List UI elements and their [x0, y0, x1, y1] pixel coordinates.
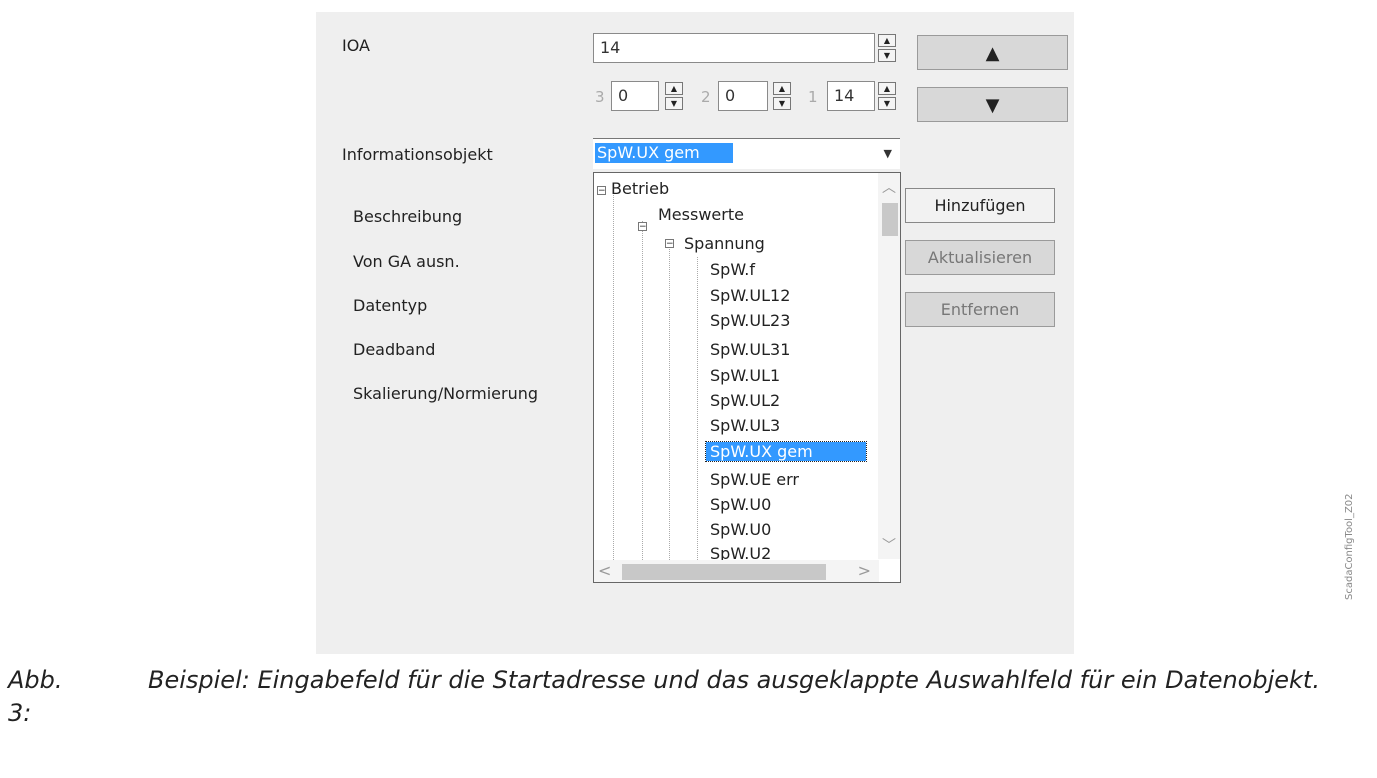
- scroll-up-icon[interactable]: ︿: [882, 177, 896, 197]
- scroll-left-icon[interactable]: <: [598, 561, 611, 580]
- tree-connector: [697, 257, 698, 560]
- move-up-button[interactable]: ▲: [917, 35, 1068, 70]
- tree-item[interactable]: SpW.UL3: [710, 416, 780, 435]
- info-object-label: Informationsobjekt: [342, 145, 493, 164]
- tree-node-spannung[interactable]: Spannung: [684, 234, 765, 253]
- description-label: Beschreibung: [353, 207, 463, 226]
- octet-3-index: 3: [595, 88, 605, 106]
- spin-down-icon[interactable]: ▼: [773, 97, 791, 110]
- octet-1-input[interactable]: 14: [827, 81, 875, 111]
- info-object-combobox[interactable]: SpW.UX gem ▼: [593, 138, 900, 169]
- octet-2-index: 2: [701, 88, 711, 106]
- collapse-icon[interactable]: −: [638, 222, 647, 232]
- octet-1-index: 1: [808, 88, 818, 106]
- tree-node-messwerte[interactable]: Messwerte: [658, 205, 744, 224]
- tree-connector: [613, 195, 614, 560]
- object-tree[interactable]: − Betrieb − Messwerte − Spannung SpW.f S…: [593, 172, 901, 583]
- tree-item[interactable]: SpW.UE err: [710, 470, 799, 489]
- tree-item[interactable]: SpW.UL12: [710, 286, 790, 305]
- spin-up-icon[interactable]: ▲: [773, 82, 791, 95]
- add-button[interactable]: Hinzufügen: [905, 188, 1055, 223]
- tree-connector: [642, 221, 643, 560]
- tree-item[interactable]: SpW.UL23: [710, 311, 790, 330]
- image-reference-label: ScadaConfigTool_Z02: [1344, 493, 1355, 600]
- tree-node-betrieb[interactable]: Betrieb: [611, 179, 669, 198]
- tree-connector: [669, 249, 670, 560]
- octet-2-input[interactable]: 0: [718, 81, 768, 111]
- tree-item[interactable]: SpW.U0: [710, 520, 771, 539]
- octet-3-input[interactable]: 0: [611, 81, 659, 111]
- tree-item[interactable]: SpW.U0: [710, 495, 771, 514]
- spin-up-icon[interactable]: ▲: [665, 82, 683, 95]
- chevron-down-icon[interactable]: ▼: [884, 147, 892, 160]
- octet-1-spinner[interactable]: ▲ ▼: [878, 82, 896, 110]
- remove-button[interactable]: Entfernen: [905, 292, 1055, 327]
- scroll-down-icon[interactable]: ﹀: [882, 535, 896, 555]
- ioa-input[interactable]: 14: [593, 33, 875, 63]
- octet-3-spinner[interactable]: ▲ ▼: [665, 82, 683, 110]
- spin-up-icon[interactable]: ▲: [878, 34, 896, 47]
- scaling-label: Skalierung/Normierung: [353, 384, 539, 403]
- tree-item[interactable]: SpW.UL31: [710, 340, 790, 359]
- horizontal-scrollbar[interactable]: < >: [594, 560, 879, 582]
- figure-caption-text: Beispiel: Eingabefeld für die Startadres…: [148, 666, 1320, 694]
- tree-item[interactable]: SpW.UL1: [710, 366, 780, 385]
- from-ga-label: Von GA ausn.: [353, 252, 460, 271]
- deadband-label: Deadband: [353, 340, 436, 359]
- ioa-label: IOA: [342, 36, 370, 55]
- spin-down-icon[interactable]: ▼: [665, 97, 683, 110]
- scrollbar-thumb[interactable]: [882, 203, 898, 236]
- spin-up-icon[interactable]: ▲: [878, 82, 896, 95]
- tree-item[interactable]: SpW.f: [710, 260, 755, 279]
- scroll-right-icon[interactable]: >: [858, 561, 871, 580]
- vertical-scrollbar[interactable]: ︿ ﹀: [878, 173, 900, 559]
- collapse-icon[interactable]: −: [597, 186, 606, 196]
- collapse-icon[interactable]: −: [665, 239, 674, 249]
- scrollbar-thumb[interactable]: [622, 564, 826, 580]
- ioa-spinner[interactable]: ▲ ▼: [878, 34, 896, 62]
- spin-down-icon[interactable]: ▼: [878, 97, 896, 110]
- figure-number: Abb. 3:: [8, 666, 63, 727]
- tree-item-selected[interactable]: SpW.UX gem: [705, 441, 867, 462]
- spin-down-icon[interactable]: ▼: [878, 49, 896, 62]
- combobox-selected-value: SpW.UX gem: [595, 143, 733, 163]
- tree-item[interactable]: SpW.UL2: [710, 391, 780, 410]
- datatype-label: Datentyp: [353, 296, 428, 315]
- update-button[interactable]: Aktualisieren: [905, 240, 1055, 275]
- octet-2-spinner[interactable]: ▲ ▼: [773, 82, 791, 110]
- move-down-button[interactable]: ▼: [917, 87, 1068, 122]
